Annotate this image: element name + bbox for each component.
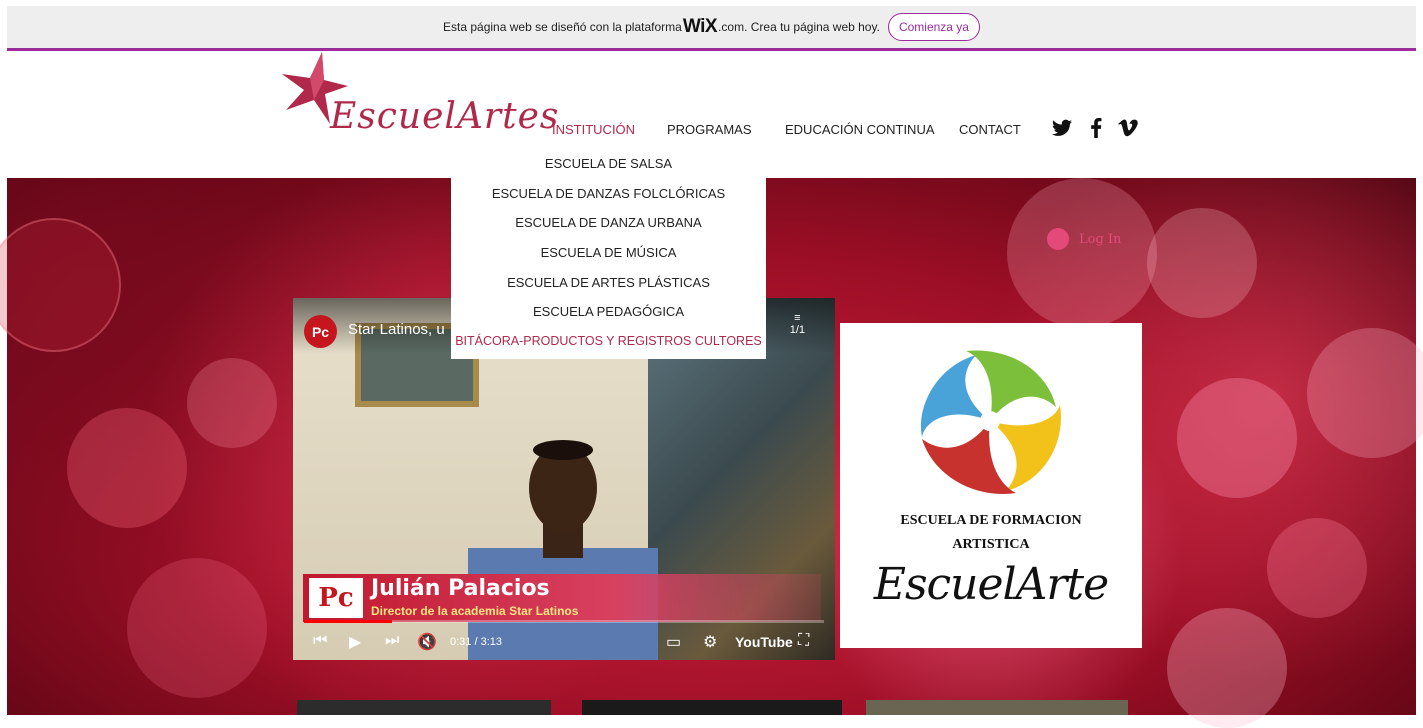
nav-item-programas[interactable]: PROGRAMAS: [667, 122, 752, 137]
facebook-icon[interactable]: [1090, 118, 1102, 138]
dropdown-item-musica[interactable]: ESCUELA DE MÚSICA: [451, 238, 766, 268]
nav-item-contact[interactable]: CONTACT: [959, 122, 1021, 137]
settings-gear-icon[interactable]: ⚙: [703, 632, 717, 652]
video-time: 0:31 / 3:13: [450, 636, 502, 648]
avatar-icon: [1047, 228, 1069, 250]
playlist-count: 1/1: [789, 324, 805, 336]
dropdown-item-artes-plasticas[interactable]: ESCUELA DE ARTES PLÁSTICAS: [451, 268, 766, 298]
institucion-dropdown-menu: ESCUELA DE SALSA ESCUELA DE DANZAS FOLCL…: [451, 149, 766, 359]
dropdown-item-escuela-de-salsa[interactable]: ESCUELA DE SALSA: [451, 149, 766, 179]
subtitles-icon[interactable]: ▭: [666, 632, 681, 652]
vimeo-icon[interactable]: [1118, 119, 1138, 137]
dropdown-item-pedagogica[interactable]: ESCUELA PEDAGÓGICA: [451, 297, 766, 327]
speaker-figure: [468, 440, 658, 660]
swirl-logo-icon: [920, 350, 1061, 494]
card-caption-line2: ARTISTICA: [952, 537, 1030, 552]
card-script-logo: EscuelArte: [873, 559, 1109, 610]
speaker-role: Director de la academia Star Latinos: [371, 604, 579, 618]
previous-icon[interactable]: ⏮: [313, 632, 327, 650]
video-title[interactable]: Star Latinos, u: [348, 321, 445, 338]
school-logo-card: ESCUELA DE FORMACION ARTISTICA EscuelArt…: [840, 323, 1142, 648]
fullscreen-icon[interactable]: ⛶: [798, 632, 809, 650]
play-icon[interactable]: ▶: [349, 632, 361, 652]
lower-third-overlay: Pc Julián Palacios Director de la academ…: [303, 574, 821, 622]
wix-logo: WiX: [682, 16, 718, 37]
video-progress-bar[interactable]: [304, 620, 824, 623]
speaker-name: Julián Palacios: [371, 576, 550, 601]
mute-icon[interactable]: 🔇: [417, 632, 437, 652]
start-now-button[interactable]: Comienza ya: [887, 13, 980, 41]
twitter-icon[interactable]: [1052, 119, 1072, 137]
nav-item-institucion[interactable]: INSTITUCIÓN: [552, 122, 635, 137]
dropdown-item-danzas-folcloricas[interactable]: ESCUELA DE DANZAS FOLCLÓRICAS: [451, 179, 766, 209]
site-logo-text[interactable]: EscuelArtes: [330, 96, 559, 137]
video-controls: ⏮ ▶ ⏭ 🔇 0:31 / 3:13 ▭ ⚙ YouTube ⛶: [293, 628, 835, 660]
playlist-icon: ≡: [794, 312, 801, 324]
progress-played: [304, 620, 393, 623]
dropdown-item-danza-urbana[interactable]: ESCUELA DE DANZA URBANA: [451, 208, 766, 238]
channel-logo[interactable]: Pc: [304, 315, 337, 348]
lower-third-logo: Pc: [309, 578, 363, 618]
login-label: Log In: [1079, 231, 1122, 247]
gallery-thumbnail[interactable]: [297, 700, 551, 715]
login-button[interactable]: Log In: [1047, 228, 1121, 250]
playlist-button[interactable]: ≡ 1/1: [790, 312, 805, 336]
nav-item-educacion-continua[interactable]: EDUCACIÓN CONTINUA: [785, 122, 935, 137]
banner-text-before: Esta página web se diseñó con la platafo…: [443, 20, 682, 34]
gallery-thumbnail[interactable]: [582, 700, 842, 715]
wix-banner: Esta página web se diseñó con la platafo…: [7, 6, 1416, 51]
youtube-logo[interactable]: YouTube: [735, 634, 793, 650]
banner-text-after: .com. Crea tu página web hoy.: [718, 20, 880, 34]
card-caption-line1: ESCUELA DE FORMACION: [900, 513, 1082, 528]
gallery-thumbnail[interactable]: [866, 700, 1128, 715]
next-icon[interactable]: ⏭: [385, 632, 399, 650]
dropdown-item-bitacora[interactable]: BITÁCORA-PRODUCTOS Y REGISTROS CULTORES: [451, 327, 766, 357]
